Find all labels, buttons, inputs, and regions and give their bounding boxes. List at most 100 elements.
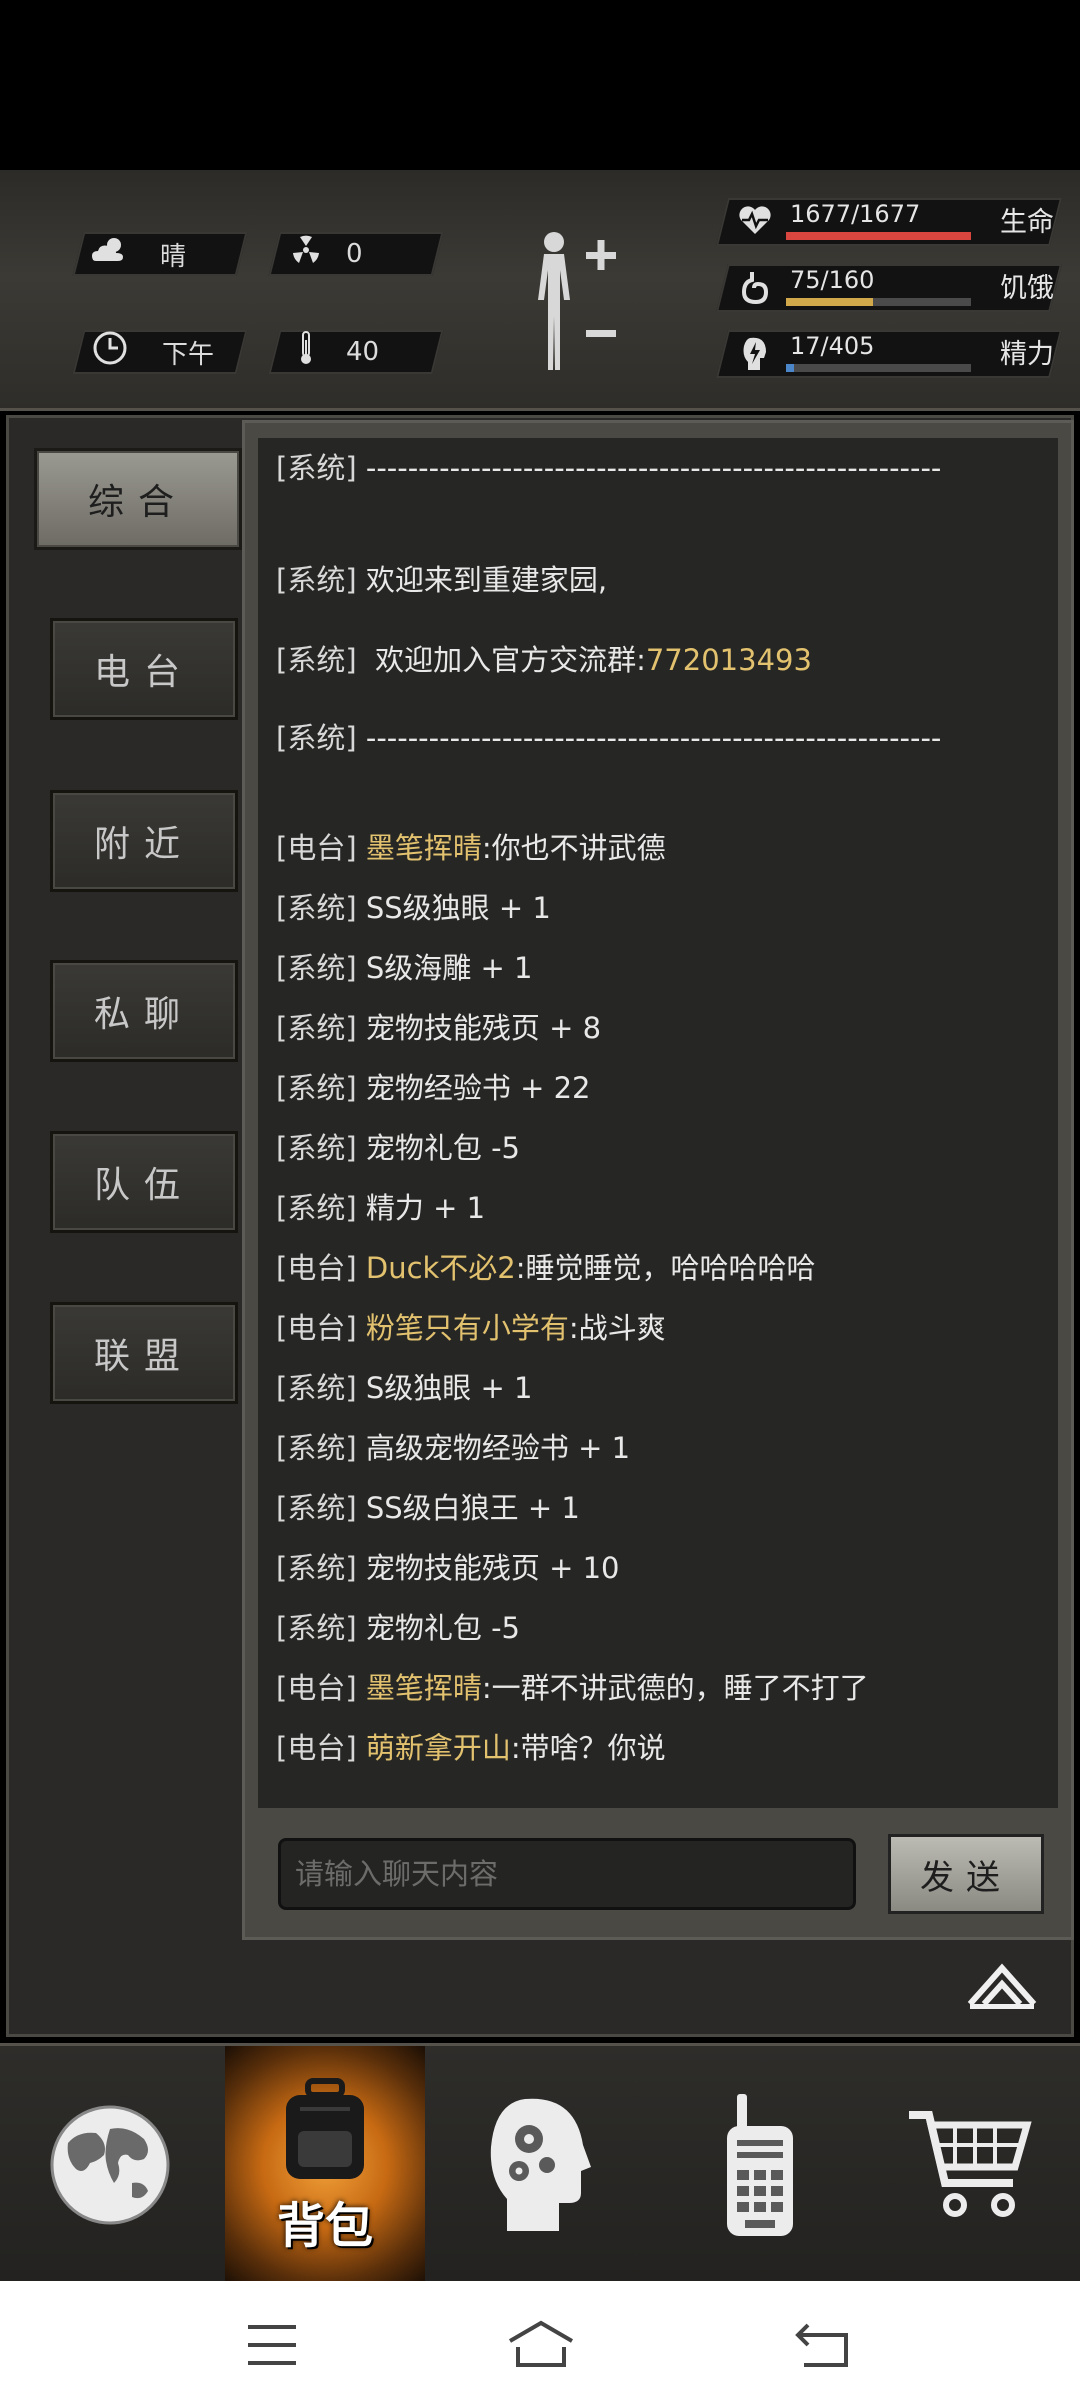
message-channel-tag: [电台] xyxy=(276,1731,366,1765)
home-icon[interactable] xyxy=(506,2317,576,2373)
tab-alliance[interactable]: 联盟 xyxy=(50,1302,238,1404)
message-channel-tag: [系统] xyxy=(276,643,366,677)
message-channel-tag: [系统] xyxy=(276,563,366,597)
send-button[interactable]: 发送 xyxy=(888,1834,1044,1914)
dock-radio-button[interactable] xyxy=(660,2046,860,2284)
message-text: SS级白狼王 + 1 xyxy=(365,1491,580,1525)
chat-message: [电台] 墨笔挥晴:你也不讲武德 xyxy=(276,822,1046,874)
chat-message: [系统] 宠物礼包 -5 xyxy=(276,1602,1046,1654)
message-channel-tag: [系统] xyxy=(276,1191,366,1225)
message-channel-tag: [电台] xyxy=(276,831,366,865)
dock-skills-button[interactable] xyxy=(440,2046,640,2284)
message-channel-tag: [系统] xyxy=(276,451,366,485)
message-sender[interactable]: Duck不必2 xyxy=(366,1251,516,1285)
body-figure-icon xyxy=(538,232,616,370)
status-panel: 晴 0 下午 40 1677/1677 生命 75/160 饥饿 17/405 … xyxy=(0,170,1080,411)
message-text: 宠物技能残页 + 10 xyxy=(365,1551,620,1585)
chat-message: [系统] 精力 + 1 xyxy=(276,1182,1046,1234)
bottom-dock: 背包 xyxy=(0,2043,1080,2284)
message-channel-tag: [系统] xyxy=(276,1011,366,1045)
message-channel-tag: [系统] xyxy=(276,1371,366,1405)
tab-private[interactable]: 私聊 xyxy=(50,960,238,1062)
globe-icon xyxy=(50,2105,170,2225)
hunger-track xyxy=(786,298,971,306)
message-channel-tag: [电台] xyxy=(276,1671,366,1705)
thermometer-icon xyxy=(276,330,336,374)
chat-message: [系统] SS级独眼 + 1 xyxy=(276,882,1046,934)
message-text: 高级宠物经验书 + 1 xyxy=(365,1431,631,1465)
chat-message: [系统] 欢迎来到重建家园, xyxy=(276,554,1046,606)
message-sender[interactable]: 墨笔挥晴 xyxy=(366,831,482,865)
tab-nearby[interactable]: 附近 xyxy=(50,790,238,892)
message-text: 欢迎来到重建家园, xyxy=(365,563,608,597)
message-channel-tag: [系统] xyxy=(276,1611,366,1645)
chat-message: [电台] 墨笔挥晴:一群不讲武德的，睡了不打了 xyxy=(276,1662,1046,1714)
message-channel-tag: [系统] xyxy=(276,1551,366,1585)
energy-track xyxy=(786,364,971,372)
send-button-label: 发送 xyxy=(920,1857,1012,1898)
chat-message: [系统] 宠物礼包 -5 xyxy=(276,1122,1046,1174)
tab-team[interactable]: 队伍 xyxy=(50,1131,238,1233)
message-channel-tag: [系统] xyxy=(276,891,366,925)
dock-shop-button[interactable] xyxy=(870,2046,1070,2284)
chat-message: [电台] Duck不必2:睡觉睡觉，哈哈哈哈哈 xyxy=(276,1242,1046,1294)
collapse-up-icon[interactable] xyxy=(966,1960,1038,2010)
chat-message: [系统] -----------------------------------… xyxy=(276,712,1046,764)
message-text: SS级独眼 + 1 xyxy=(365,891,551,925)
tab-general[interactable]: 综合 xyxy=(34,448,242,550)
message-sender[interactable]: 粉笔只有小学有 xyxy=(366,1311,569,1345)
tab-general-label: 综合 xyxy=(87,482,188,523)
tab-radio[interactable]: 电台 xyxy=(50,618,238,720)
message-channel-tag: [系统] xyxy=(276,951,366,985)
message-text: S级海雕 + 1 xyxy=(365,951,533,985)
radiation-value: 0 xyxy=(346,239,363,269)
message-sender[interactable]: 萌新拿开山 xyxy=(366,1731,511,1765)
life-track xyxy=(786,232,971,240)
cloud-sun-icon xyxy=(80,235,140,273)
dock-backpack-button[interactable]: 背包 xyxy=(225,2046,425,2284)
dock-backpack-label: 背包 xyxy=(276,2198,373,2254)
chat-message: [电台] 粉笔只有小学有:战斗爽 xyxy=(276,1302,1046,1354)
message-text: 宠物礼包 -5 xyxy=(365,1611,520,1645)
radiation-chip: 0 xyxy=(268,232,444,276)
message-text: 宠物礼包 -5 xyxy=(365,1131,520,1165)
menu-icon[interactable] xyxy=(242,2317,302,2373)
message-text: 精力 + 1 xyxy=(365,1191,486,1225)
message-text: :你也不讲武德 xyxy=(481,831,666,865)
body-status-button[interactable] xyxy=(522,230,622,380)
head-gears-icon xyxy=(490,2098,591,2231)
message-text: 宠物技能残页 + 8 xyxy=(365,1011,602,1045)
chat-message: [系统] 宠物经验书 + 22 xyxy=(276,1062,1046,1114)
chat-message: [系统] 欢迎加入官方交流群:772013493 xyxy=(276,634,1046,686)
chat-message: [系统] -----------------------------------… xyxy=(276,442,1046,494)
back-icon[interactable] xyxy=(792,2317,852,2373)
chat-message: [系统] S级海雕 + 1 xyxy=(276,942,1046,994)
message-channel-tag: [系统] xyxy=(276,1431,366,1465)
clock-icon xyxy=(80,330,140,374)
stomach-icon xyxy=(738,270,772,305)
heart-pulse-icon xyxy=(738,204,772,238)
tab-private-label: 私聊 xyxy=(93,994,194,1035)
message-channel-tag: [系统] xyxy=(276,1071,366,1105)
life-label: 生命 xyxy=(1000,207,1054,238)
message-channel-tag: [电台] xyxy=(276,1251,366,1285)
chat-input[interactable]: 请输入聊天内容 xyxy=(278,1838,856,1910)
message-sender[interactable]: 墨笔挥晴 xyxy=(366,1671,482,1705)
message-text: ----------------------------------------… xyxy=(365,721,942,755)
message-list[interactable]: [系统] -----------------------------------… xyxy=(258,438,1058,1808)
hunger-label: 饥饿 xyxy=(1000,273,1054,304)
weather-chip: 晴 xyxy=(72,232,248,276)
energy-label: 精力 xyxy=(1000,339,1054,370)
tab-nearby-label: 附近 xyxy=(93,824,194,865)
time-label: 下午 xyxy=(162,339,215,370)
message-text: :睡觉睡觉，哈哈哈哈哈 xyxy=(515,1251,816,1285)
message-highlight: 772013493 xyxy=(645,643,812,677)
hunger-value: 75/160 xyxy=(790,266,875,294)
temperature-chip: 40 xyxy=(268,330,444,374)
message-text: S级独眼 + 1 xyxy=(365,1371,533,1405)
backpack-icon xyxy=(286,2078,364,2179)
chat-message: [电台] 萌新拿开山:带啥？你说 xyxy=(276,1722,1046,1774)
message-text: ----------------------------------------… xyxy=(365,451,942,485)
dock-map-button[interactable] xyxy=(10,2046,210,2284)
temperature-value: 40 xyxy=(346,337,380,367)
